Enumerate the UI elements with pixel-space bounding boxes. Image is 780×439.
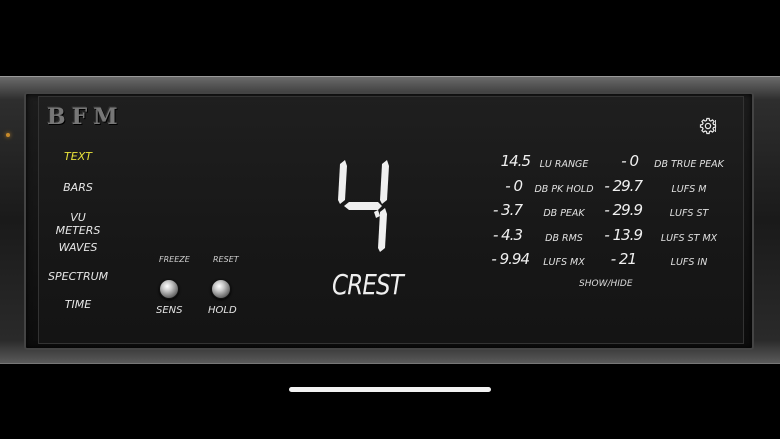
lufs-st-mx-label: LUFS ST MX (660, 233, 718, 244)
lufs-m-label: LUFS M (671, 184, 707, 195)
hold-label: HOLD (208, 305, 237, 316)
lufs-st-label: LUFS ST (669, 208, 709, 219)
db-true-peak-label: DB TRUE PEAK (654, 159, 724, 170)
freeze-label: FREEZE (159, 255, 190, 264)
menu-item-spectrum[interactable]: SPECTRUM (48, 270, 108, 283)
lufs-m-value: - 29.7 (604, 177, 643, 195)
lufs-in-value: - 21 (610, 250, 637, 268)
lufs-in-label: LUFS IN (670, 257, 708, 268)
home-indicator[interactable] (289, 387, 491, 392)
db-peak-label: DB PEAK (543, 208, 585, 219)
db-pk-hold-label: DB PK HOLD (534, 184, 594, 195)
sens-label: SENS (156, 305, 183, 316)
db-rms-label: DB RMS (545, 233, 583, 244)
app-logo: BFM (47, 104, 124, 130)
main-readout-digit: 4 (338, 160, 389, 252)
db-rms-value: - 4.3 (492, 226, 523, 244)
lufs-st-mx-value: - 13.9 (604, 226, 643, 244)
reset-label: RESET (213, 255, 239, 264)
gear-icon[interactable] (699, 117, 717, 135)
menu-item-text[interactable]: TEXT (48, 150, 108, 163)
menu-item-bars[interactable]: BARS (48, 181, 108, 194)
db-true-peak-value: - 0 (621, 152, 639, 170)
db-pk-hold-value: - 0 (505, 177, 523, 195)
menu-item-waves[interactable]: WAVES (48, 241, 108, 254)
show-hide-button[interactable]: SHOW/HIDE (579, 279, 633, 289)
lu-range-value: 14.5 (500, 152, 531, 170)
main-readout-label: CREST (332, 268, 404, 301)
lu-range-label: LU RANGE (539, 159, 589, 170)
db-peak-value: - 3.7 (492, 201, 523, 219)
hold-knob[interactable] (211, 279, 231, 299)
lufs-mx-value: - 9.94 (491, 250, 530, 268)
lufs-mx-label: LUFS MX (543, 257, 585, 268)
menu-item-time[interactable]: TIME (48, 298, 108, 311)
sens-knob[interactable] (159, 279, 179, 299)
lufs-st-value: - 29.9 (604, 201, 643, 219)
menu-item-vu-meters[interactable]: VU METERS (48, 211, 108, 237)
status-led (6, 133, 10, 137)
